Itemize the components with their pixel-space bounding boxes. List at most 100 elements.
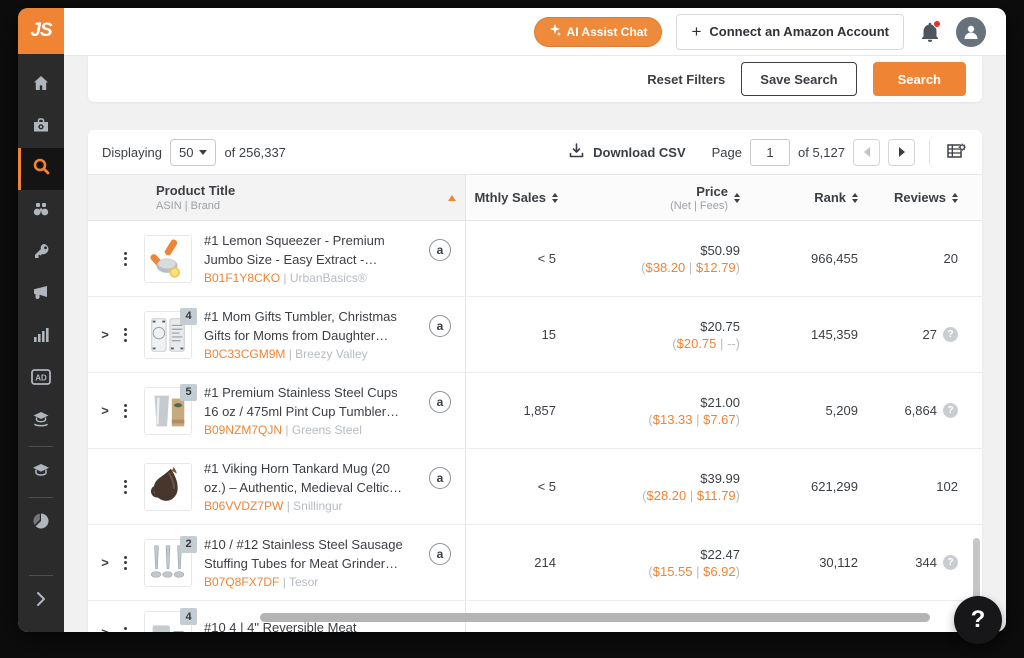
column-settings-button[interactable]	[944, 140, 968, 164]
header-mthly-sales[interactable]: Mthly Sales	[466, 175, 568, 220]
table-row: #1 Viking Horn Tankard Mug (20 oz.) – Au…	[88, 449, 982, 525]
header-product-title[interactable]: Product Title ASIN | Brand	[88, 175, 466, 220]
mthly-sales-header-label: Mthly Sales	[474, 190, 546, 205]
info-icon[interactable]: ?	[943, 327, 958, 342]
info-icon[interactable]: ?	[943, 403, 958, 418]
row-menu-kebab-icon[interactable]	[116, 555, 134, 570]
horizontal-scrollbar[interactable]	[260, 613, 930, 622]
megaphone-icon	[32, 284, 50, 307]
sidebar-item-briefcase[interactable]	[18, 106, 64, 148]
download-csv-button[interactable]: Download CSV	[568, 142, 686, 162]
app-logo[interactable]: JS	[18, 8, 64, 54]
svg-text:AD: AD	[35, 373, 47, 382]
total-results-label: of 256,337	[224, 144, 286, 160]
connect-amazon-account-button[interactable]: + Connect an Amazon Account	[676, 13, 904, 50]
sidebar-item-bar-chart[interactable]	[18, 316, 64, 358]
asin-link[interactable]: B01F1Y8CKO	[204, 271, 280, 285]
page-size-select[interactable]: 50	[169, 138, 217, 166]
asin-link[interactable]: B06VVDZ7PW	[204, 499, 283, 513]
sidebar-item-binoculars[interactable]	[18, 190, 64, 232]
sidebar-item-search[interactable]	[18, 148, 64, 190]
topbar: AI Assist Chat + Connect an Amazon Accou…	[64, 8, 1006, 56]
header-reviews[interactable]: Reviews	[876, 175, 982, 220]
amazon-link-icon[interactable]: a	[429, 543, 451, 565]
page-number-input[interactable]	[750, 138, 790, 166]
arrow-right-icon	[898, 147, 905, 157]
variant-count-badge: 5	[180, 383, 197, 401]
price-value: $22.47 ($15.55 | $6.92)	[648, 546, 740, 579]
sidebar-item-key[interactable]	[18, 232, 64, 274]
brand-label: Snillingur	[293, 498, 343, 513]
table-row: > 2 #10 / #12 Stainless Steel Sausage St…	[88, 525, 982, 601]
expand-row-chevron[interactable]: >	[96, 403, 114, 418]
info-icon[interactable]: ?	[943, 555, 958, 570]
expand-row-chevron[interactable]: >	[96, 327, 114, 342]
asin-link[interactable]: B07Q8FX7DF	[204, 575, 279, 589]
search-button[interactable]: Search	[872, 62, 966, 96]
page-size-value: 50	[178, 144, 194, 160]
sidebar-item-graduation-cap[interactable]	[18, 451, 64, 493]
table-header-row: Product Title ASIN | Brand Mthly Sales P…	[88, 175, 982, 221]
reviews-value: 20	[943, 251, 958, 266]
table-toolbar: Displaying 50 of 256,337 Download CSV Pa…	[88, 130, 982, 175]
search-icon	[32, 157, 51, 181]
divider	[29, 575, 53, 576]
hand-cap-icon	[32, 410, 50, 433]
mthly-sales-value: < 5	[537, 251, 556, 266]
arrow-left-icon	[863, 147, 870, 157]
row-menu-kebab-icon[interactable]	[116, 251, 134, 266]
table-row: > 4 #1 Mom Gifts Tumbler, Christmas Gift…	[88, 297, 982, 373]
row-menu-kebab-icon[interactable]	[116, 479, 134, 494]
header-price[interactable]: Price (Net | Fees)	[568, 175, 764, 220]
product-title-link[interactable]: #1 Mom Gifts Tumbler, Christmas Gifts fo…	[204, 308, 412, 346]
avatar[interactable]	[956, 16, 986, 47]
sidebar-item-home[interactable]	[18, 64, 64, 106]
brand-label: UrbanBasics®	[289, 270, 367, 285]
product-title-link[interactable]: #1 Lemon Squeezer - Premium Jumbo Size -…	[204, 232, 412, 270]
reset-filters-button[interactable]: Reset Filters	[647, 72, 725, 87]
page-label: Page	[711, 144, 742, 160]
amazon-link-icon[interactable]: a	[429, 315, 451, 337]
product-text: #10 / #12 Stainless Steel Sausage Stuffi…	[204, 536, 412, 589]
product-cell: #1 Lemon Squeezer - Premium Jumbo Size -…	[88, 221, 466, 296]
vertical-scrollbar[interactable]	[973, 538, 980, 600]
brand-label: Tesor	[288, 574, 319, 589]
table-body: #1 Lemon Squeezer - Premium Jumbo Size -…	[88, 221, 982, 632]
product-image: 2	[144, 535, 197, 587]
save-search-button[interactable]: Save Search	[741, 62, 857, 96]
product-title-link[interactable]: #10 / #12 Stainless Steel Sausage Stuffi…	[204, 536, 412, 574]
sidebar-expand-button[interactable]	[18, 580, 64, 622]
product-title-link[interactable]: #1 Premium Stainless Steel Cups 16 oz / …	[204, 384, 412, 422]
amazon-link-icon[interactable]: a	[429, 239, 451, 261]
sidebar-item-ad[interactable]: AD	[18, 358, 64, 400]
ai-assist-chat-button[interactable]: AI Assist Chat	[533, 16, 663, 47]
next-page-button[interactable]	[888, 138, 915, 166]
expand-row-chevron[interactable]: >	[96, 555, 114, 570]
variant-count-badge: 2	[180, 535, 197, 553]
mthly-sales-value: 214	[534, 555, 556, 570]
notifications-bell-icon[interactable]	[918, 19, 942, 44]
asin-link[interactable]: B0C33CGM9M	[204, 347, 285, 361]
product-title-link[interactable]: #1 Viking Horn Tankard Mug (20 oz.) – Au…	[204, 460, 412, 498]
reviews-value: 102	[936, 479, 958, 494]
row-menu-kebab-icon[interactable]	[116, 403, 134, 418]
sidebar-item-pie-chart[interactable]	[18, 502, 64, 544]
sidebar-item-megaphone[interactable]	[18, 274, 64, 316]
row-menu-kebab-icon[interactable]	[116, 327, 134, 342]
amazon-link-icon[interactable]: a	[429, 391, 451, 413]
asin-link[interactable]: B09NZM7QJN	[204, 423, 282, 437]
amazon-link-icon[interactable]: a	[429, 467, 451, 489]
variant-count-badge: 4	[180, 307, 197, 325]
sidebar-item-hand-cap[interactable]	[18, 400, 64, 442]
help-button[interactable]: ?	[954, 596, 1002, 644]
price-header-label: Price	[696, 183, 728, 199]
previous-page-button[interactable]	[853, 138, 880, 166]
download-csv-label: Download CSV	[593, 144, 686, 160]
row-menu-kebab-icon[interactable]	[116, 627, 134, 632]
asin-brand-header-label: ASIN | Brand	[156, 200, 220, 212]
expand-row-chevron[interactable]: >	[96, 625, 114, 632]
header-rank[interactable]: Rank	[764, 175, 876, 220]
sort-icon	[552, 192, 558, 203]
rank-value: 30,112	[819, 555, 858, 570]
product-cell: > 5 #1 Premium Stainless Steel Cups 16 o…	[88, 373, 466, 448]
